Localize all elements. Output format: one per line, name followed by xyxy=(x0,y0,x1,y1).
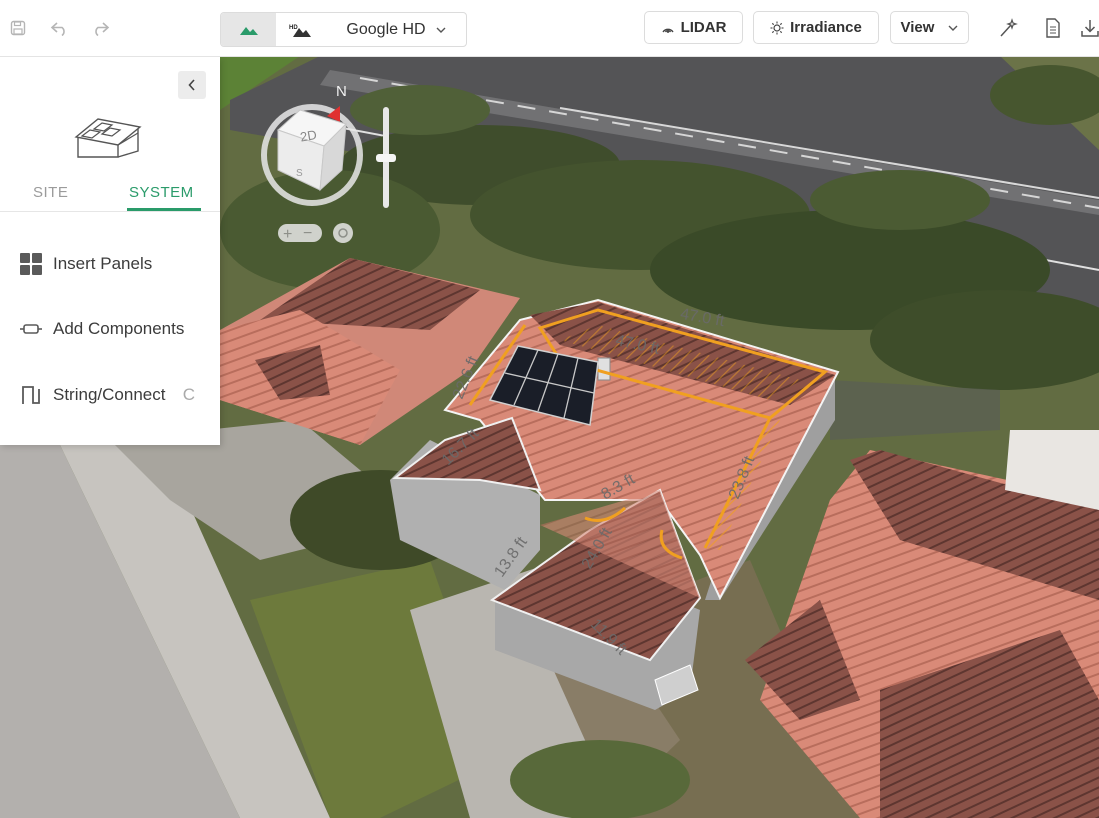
collapse-panel-button[interactable] xyxy=(178,71,206,99)
hd-mountain-icon: HD xyxy=(289,25,311,37)
string-connect-label: String/Connect xyxy=(53,385,166,404)
undo-icon[interactable] xyxy=(48,16,72,40)
irradiance-button[interactable]: Irradiance xyxy=(753,11,879,44)
tab-site[interactable]: SITE xyxy=(33,184,68,201)
zoom-out-icon[interactable]: − xyxy=(303,225,312,242)
irradiance-label: Irradiance xyxy=(790,19,862,36)
view-dropdown[interactable]: View xyxy=(890,11,969,44)
add-components-item[interactable]: Add Components xyxy=(0,307,220,351)
house-solar-icon xyxy=(74,118,142,158)
pan-icon[interactable] xyxy=(333,223,353,243)
imagery-dropdown-label: Google HD xyxy=(346,20,426,38)
save-icon[interactable] xyxy=(6,16,30,40)
sun-icon xyxy=(770,21,784,34)
tab-divider xyxy=(0,211,220,212)
terrain-toggle[interactable] xyxy=(221,13,276,46)
svg-text:HD: HD xyxy=(289,25,298,31)
magic-wand-icon[interactable] xyxy=(996,16,1020,40)
view-cube-label: 2D xyxy=(299,127,318,145)
download-icon[interactable] xyxy=(1078,16,1099,40)
document-icon[interactable] xyxy=(1041,16,1065,40)
mountain-icon xyxy=(239,26,258,35)
redo-icon[interactable] xyxy=(88,16,112,40)
insert-panels-item[interactable]: Insert Panels xyxy=(0,242,220,286)
chevron-down-icon xyxy=(948,25,958,31)
add-components-label: Add Components xyxy=(53,319,185,338)
signal-icon xyxy=(661,28,674,33)
compass-south: S xyxy=(296,168,303,179)
compass-north: N xyxy=(336,83,347,100)
keyboard-shortcut: C xyxy=(182,385,195,404)
chevron-down-icon xyxy=(436,27,446,33)
chevron-left-icon xyxy=(188,79,195,91)
hd-terrain-toggle[interactable]: HD xyxy=(276,13,326,46)
imagery-selector: HD Google HD xyxy=(220,12,467,47)
tilt-slider-handle[interactable] xyxy=(376,154,396,162)
left-panel: SITE SYSTEM Insert Panels Add Components… xyxy=(0,57,220,445)
imagery-dropdown[interactable]: Google HD xyxy=(326,13,466,46)
tab-system[interactable]: SYSTEM xyxy=(129,184,194,201)
insert-panels-label: Insert Panels xyxy=(53,254,153,273)
lidar-button[interactable]: LIDAR xyxy=(644,11,743,44)
string-icon xyxy=(19,385,43,405)
zoom-in-icon[interactable]: + xyxy=(283,226,292,243)
string-connect-item[interactable]: String/Connect C xyxy=(0,373,220,417)
grid-icon xyxy=(19,253,43,275)
zoom-controls[interactable]: + − xyxy=(278,223,353,243)
component-icon xyxy=(19,324,43,334)
view-label: View xyxy=(900,19,935,36)
top-toolbar: HD Google HD LIDAR Irradiance View xyxy=(0,0,1099,57)
lidar-label: LIDAR xyxy=(680,19,727,36)
